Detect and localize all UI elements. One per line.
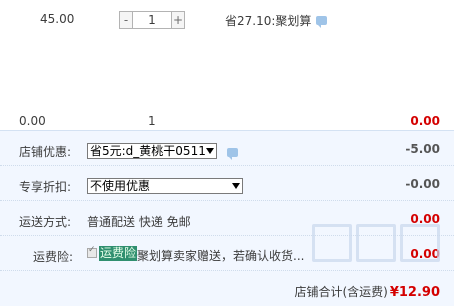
exclusive-discount-row: 专享折扣: 不使用优惠 -0.00 (0, 166, 454, 201)
dropdown-arrow-icon (206, 148, 214, 154)
quantity-minus-button[interactable]: - (119, 11, 133, 29)
shop-total: 店铺合计(含运费) ¥12.90 (294, 283, 440, 300)
exclusive-discount-select[interactable]: 不使用优惠 (87, 178, 243, 194)
insurance-text: 聚划算卖家赠送，若确认收货... (137, 249, 305, 263)
exclusive-discount-label: 专享折扣: (19, 180, 72, 194)
item-promo: 省27.10:聚划算 (225, 12, 328, 29)
subtotal-amount: 0.00 (410, 114, 440, 128)
shop-discount-row: 店铺优惠: 省5元:d_黄桃干0511 -5.00 (0, 131, 454, 166)
shop-total-label: 店铺合计(含运费) (294, 285, 388, 299)
quantity-input[interactable]: 1 (133, 11, 171, 29)
item-promo-text: 省27.10:聚划算 (225, 14, 312, 28)
insurance-label: 运费险: (33, 250, 74, 264)
exclusive-discount-amount: -0.00 (405, 177, 440, 191)
shop-discount-amount: -5.00 (405, 142, 440, 156)
insurance-tag: 运费险 (99, 246, 138, 261)
shop-discount-label: 店铺优惠: (19, 145, 72, 159)
shop-total-value: ¥12.90 (389, 285, 440, 300)
chat-bubble-icon[interactable] (227, 148, 238, 160)
order-item-area: 45.00 - 1 + 省27.10:聚划算 0.00 1 0.00 (0, 0, 454, 130)
exclusive-discount-selected: 不使用优惠 (90, 179, 151, 193)
shop-discount-select[interactable]: 省5元:d_黄桃干0511 (87, 143, 217, 159)
order-options-panel: 店铺优惠: 省5元:d_黄桃干0511 -5.00 专享折扣: 不使用优惠 -0… (0, 130, 454, 306)
quantity-plus-button[interactable]: + (171, 11, 185, 29)
quantity-stepper[interactable]: - 1 + (119, 11, 185, 29)
insurance-checkbox[interactable] (87, 245, 97, 258)
subtotal-price: 0.00 (19, 114, 46, 128)
item-unit-price: 45.00 (40, 12, 75, 26)
watermark-logo (312, 224, 452, 266)
subtotal-qty: 1 (148, 114, 156, 128)
chat-bubble-icon[interactable] (316, 16, 328, 28)
shop-discount-selected: 省5元:d_黄桃干0511 (90, 144, 206, 158)
dropdown-arrow-icon (232, 183, 240, 189)
shipping-method: 普通配送 快递 免邮 (87, 215, 191, 229)
shipping-label: 运送方式: (19, 215, 72, 229)
